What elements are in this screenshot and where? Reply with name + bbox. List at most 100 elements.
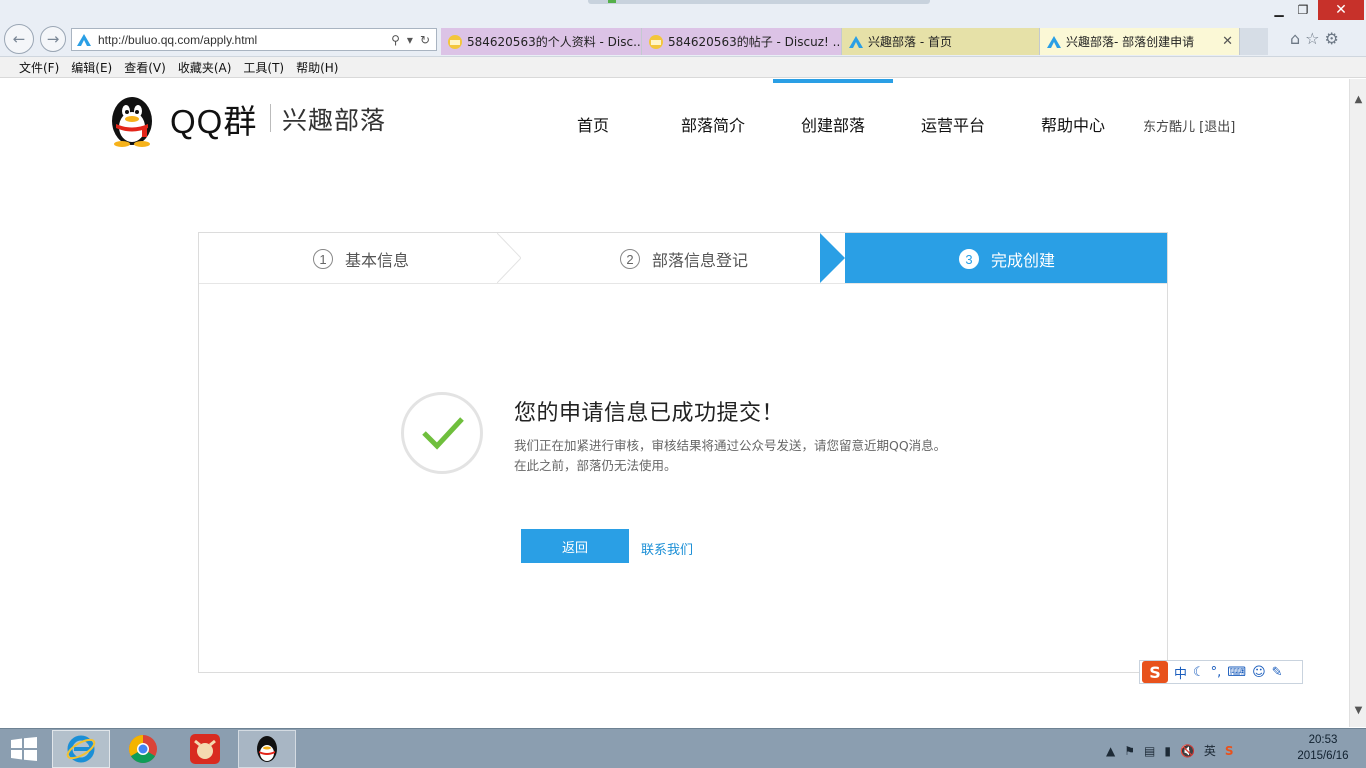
action-center-flag-icon[interactable]: ⚑: [1124, 744, 1135, 758]
dropdown-icon[interactable]: ▾: [407, 33, 413, 47]
search-icon[interactable]: ⚲: [391, 33, 400, 47]
discuz-icon: [649, 34, 663, 49]
step-register: 2 部落信息登记: [620, 247, 748, 271]
step-label: 完成创建: [991, 251, 1056, 270]
menu-file[interactable]: 文件(F): [19, 59, 59, 76]
tab-label: 584620563的个人资料 - Disc...: [467, 35, 642, 49]
discuz-icon: [448, 34, 462, 49]
step-chevron: [497, 233, 521, 283]
tab-buluo-apply[interactable]: 兴趣部落- 部落创建申请 ✕: [1040, 28, 1240, 55]
menu-bar: 文件(F) 编辑(E) 查看(V) 收藏夹(A) 工具(T) 帮助(H): [0, 57, 1366, 78]
qq-penguin-logo[interactable]: [106, 91, 158, 147]
signal-icon[interactable]: ▮: [1164, 744, 1171, 758]
menu-tools[interactable]: 工具(T): [243, 59, 284, 76]
step-label: 基本信息: [345, 251, 410, 270]
chrome-icon: [129, 735, 157, 763]
back-icon[interactable]: ←: [4, 24, 34, 54]
taskbar-app-red[interactable]: [176, 730, 234, 768]
clock-date: 2015/6/16: [1297, 750, 1349, 762]
new-tab-button[interactable]: [1240, 28, 1268, 55]
punctuation-icon[interactable]: °,: [1211, 665, 1222, 680]
step-number: 2: [620, 249, 640, 269]
nav-help[interactable]: 帮助中心: [1041, 112, 1105, 136]
close-tab-icon[interactable]: ✕: [1222, 34, 1233, 49]
menu-help[interactable]: 帮助(H): [296, 59, 338, 76]
moon-icon[interactable]: ☾: [1193, 665, 1205, 680]
tray-expand-icon[interactable]: ▲: [1106, 744, 1115, 758]
user-icon[interactable]: ☺: [1252, 665, 1266, 680]
taskbar: ▲ ⚑ ▤ ▮ 🔇 英 S 20:53 2015/6/16: [0, 728, 1366, 768]
desc-line-2: 在此之前，部落仍无法使用。: [514, 458, 677, 473]
tab-label: 兴趣部落 - 首页: [868, 35, 952, 49]
clock-time: 20:53: [1308, 734, 1338, 746]
brand-title[interactable]: QQ群: [170, 95, 257, 143]
taskbar-ie[interactable]: [52, 730, 110, 768]
desc-line-1: 我们正在加紧进行审核，审核结果将通过公众号发送，请您留意近期QQ消息。: [514, 438, 947, 453]
success-description: 我们正在加紧进行审核，审核结果将通过公众号发送，请您留意近期QQ消息。 在此之前…: [514, 436, 984, 476]
favorites-star-icon[interactable]: ☆: [1305, 29, 1319, 48]
menu-view[interactable]: 查看(V): [124, 59, 166, 76]
tab-buluo-home[interactable]: 兴趣部落 - 首页: [842, 28, 1040, 55]
success-title: 您的申请信息已成功提交！: [514, 401, 785, 426]
step-label: 部落信息登记: [652, 251, 749, 270]
tab-label: 584620563的帖子 - Discuz! ...: [668, 35, 842, 49]
system-clock[interactable]: 20:53 2015/6/16: [1288, 732, 1358, 764]
taskbar-qq[interactable]: [238, 730, 296, 768]
contact-us-link[interactable]: 联系我们: [641, 539, 693, 558]
menu-edit[interactable]: 编辑(E): [71, 59, 112, 76]
volume-muted-icon[interactable]: 🔇: [1180, 744, 1195, 758]
user-logout-link[interactable]: 东方酷儿 [退出]: [1143, 116, 1235, 135]
scroll-up-icon[interactable]: ▲: [1350, 91, 1366, 108]
step-notch: [820, 233, 845, 283]
page-content: QQ群 兴趣部落 首页 部落简介 创建部落 运营平台 帮助中心 东方酷儿 [退出…: [0, 79, 1349, 727]
forward-icon[interactable]: →: [40, 26, 66, 52]
close-window-button[interactable]: ✕: [1318, 0, 1364, 20]
taskbar-chrome[interactable]: [114, 730, 172, 768]
settings-gear-icon[interactable]: ⚙: [1325, 29, 1339, 48]
step-complete: 3 完成创建: [959, 247, 1055, 271]
brand-divider: [270, 104, 271, 132]
windows-start-icon[interactable]: [10, 737, 38, 761]
qq-penguin-icon: [257, 736, 277, 762]
system-tray: ▲ ⚑ ▤ ▮ 🔇 英 S: [1106, 742, 1234, 759]
browser-toolbar: ▁ ❐ ✕ ← → http://buluo.qq.com/apply.html…: [0, 0, 1366, 57]
back-button[interactable]: 返回: [521, 529, 629, 563]
vertical-scrollbar[interactable]: ▲ ▼: [1349, 79, 1366, 727]
nav-intro[interactable]: 部落简介: [681, 112, 745, 136]
address-bar[interactable]: http://buluo.qq.com/apply.html ⚲ ▾ ↻: [71, 28, 437, 51]
ime-language-indicator[interactable]: 英: [1204, 742, 1216, 759]
tab-profile[interactable]: 584620563的个人资料 - Disc...: [441, 28, 642, 55]
ime-toolbar[interactable]: S 中 ☾ °, ⌨ ☺ ✎: [1139, 660, 1303, 684]
success-check-icon: [401, 392, 483, 474]
nav-create[interactable]: 创建部落: [801, 112, 865, 136]
step-number: 1: [313, 249, 333, 269]
step-basic-info: 1 基本信息: [313, 247, 409, 271]
wrench-icon[interactable]: ✎: [1272, 665, 1283, 680]
nav-home[interactable]: 首页: [577, 112, 609, 136]
site-favicon-icon: [77, 33, 91, 46]
nav-ops[interactable]: 运营平台: [921, 112, 985, 136]
step-number: 3: [959, 249, 979, 269]
tab-label: 兴趣部落- 部落创建申请: [1066, 35, 1195, 49]
brand-subtitle[interactable]: 兴趣部落: [282, 101, 386, 137]
bull-app-icon: [190, 734, 220, 764]
tab-posts[interactable]: 584620563的帖子 - Discuz! ...: [642, 28, 842, 55]
refresh-icon[interactable]: ↻: [420, 33, 430, 47]
buluo-icon: [1047, 35, 1061, 48]
sogou-tray-icon[interactable]: S: [1225, 744, 1234, 758]
apply-panel: 1 基本信息 2 部落信息登记 3 完成创建 您的申请信息已成功提交！ 我们正在…: [198, 232, 1168, 673]
internet-explorer-icon: [66, 735, 96, 763]
address-url[interactable]: http://buluo.qq.com/apply.html: [98, 33, 391, 47]
restore-button[interactable]: ❐: [1292, 0, 1314, 20]
network-device-icon[interactable]: ▤: [1144, 744, 1155, 758]
active-nav-indicator: [773, 79, 893, 83]
buluo-icon: [849, 35, 863, 48]
menu-favorites[interactable]: 收藏夹(A): [178, 59, 232, 76]
scroll-down-icon[interactable]: ▼: [1350, 702, 1366, 719]
ime-mode[interactable]: 中: [1174, 663, 1187, 682]
title-bar-accent: [588, 0, 930, 4]
sogou-logo-icon[interactable]: S: [1142, 661, 1168, 683]
home-icon[interactable]: ⌂: [1290, 29, 1300, 48]
minimize-button[interactable]: ▁: [1268, 0, 1290, 20]
keyboard-icon[interactable]: ⌨: [1227, 665, 1246, 680]
